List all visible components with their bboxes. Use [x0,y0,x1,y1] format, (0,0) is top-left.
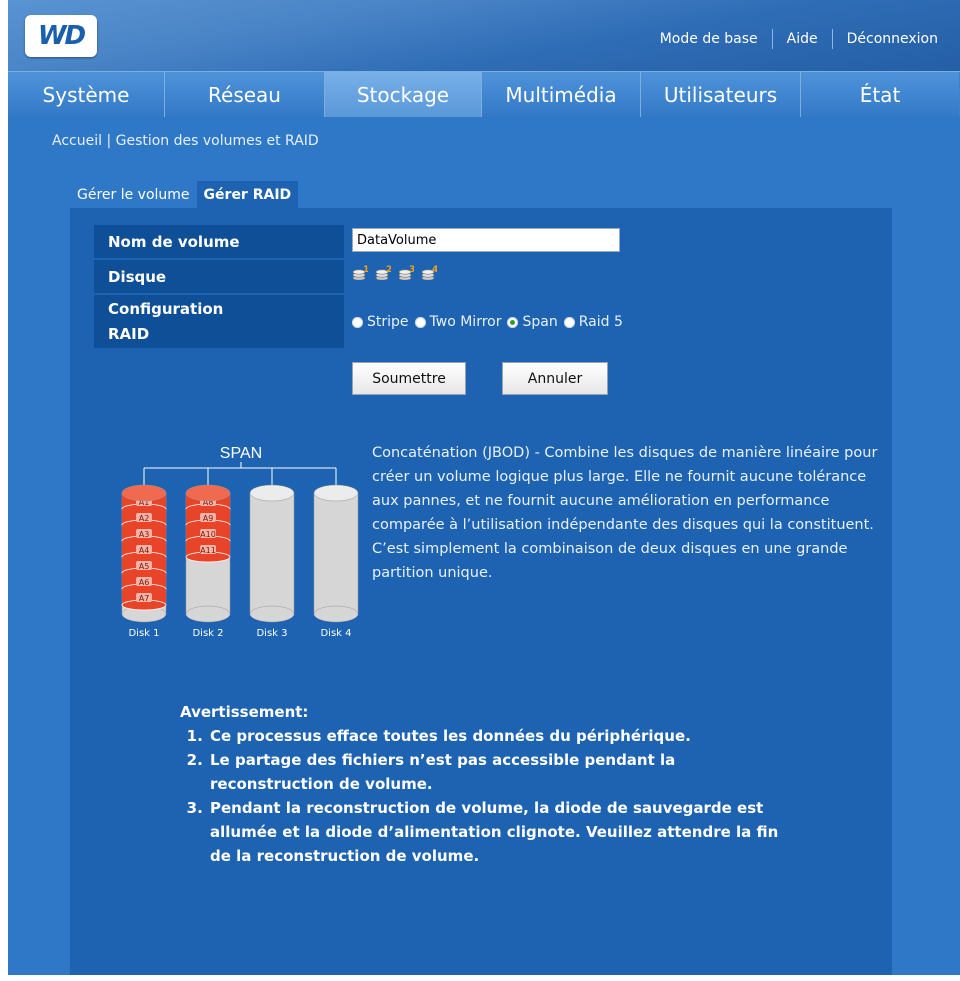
radio-label: Two Mirror [429,314,502,330]
breadcrumb: Accueil | Gestion des volumes et RAID [52,133,319,149]
divider [771,29,773,49]
main-nav: Système Réseau Stockage Multimédia Utili… [8,71,960,117]
submit-button[interactable]: Soumettre [352,362,466,395]
top-links: Mode de base Aide Déconnexion [660,29,938,49]
raid-config-label-line1: Configuration [108,299,224,318]
divider [831,29,833,49]
tab-storage[interactable]: Stockage [325,72,482,117]
radio-dot [352,316,363,328]
logout-link[interactable]: Déconnexion [847,31,938,47]
disk-name: Disk 1 [128,628,159,639]
tab-manage-volume[interactable]: Gérer le volume [70,181,197,208]
warning-box: Avertissement: Ce processus efface toute… [180,700,800,868]
disk-top [121,484,167,502]
radio-dot [563,316,575,328]
raid-description: Concaténation (JBOD) - Combine les disqu… [372,445,878,581]
tab-status[interactable]: État [801,72,959,117]
radio-label: Stripe [367,314,409,330]
header: WD Mode de base Aide Déconnexion [8,0,960,71]
disk-number: 3 [409,265,414,275]
disk-top [313,484,359,502]
radio-label: Raid 5 [578,314,623,330]
warning-item: Pendant la reconstruction de volume, la … [208,796,800,868]
diagram-title: SPAN [220,445,262,462]
app-frame: WD Mode de base Aide Déconnexion Système… [8,0,960,975]
block-label: A9 [203,514,214,523]
warning-item: Le partage des fichiers n’est pas access… [208,748,680,796]
cancel-button[interactable]: Annuler [502,362,608,395]
disk-3-icon[interactable]: 3 [398,264,414,280]
raid-panel: Nom de volume Disque 1 2 3 4 Configuration … [70,208,892,975]
tab-system[interactable]: Système [8,72,165,117]
disk-bottom [249,605,295,623]
disk-number: 1 [363,265,368,275]
tab-multimedia[interactable]: Multimédia [482,72,641,117]
block-label: A2 [139,514,150,523]
disk-name: Disk 3 [256,628,287,639]
disk-body [313,492,359,615]
radio-label: Span [522,314,558,330]
basic-mode-link[interactable]: Mode de base [660,31,758,47]
volume-name-label: Nom de volume [94,225,344,258]
help-link[interactable]: Aide [787,31,818,47]
disk-top [185,484,231,502]
disk-name: Disk 2 [192,628,223,639]
disk-1-icon[interactable]: 1 [352,264,368,280]
raid-options: Stripe Two Mirror Span Raid 5 [352,314,629,330]
tab-users[interactable]: Utilisateurs [641,72,801,117]
subtabs: Gérer le volume Gérer RAID [70,181,299,208]
disk-top [249,484,295,502]
radio-stripe[interactable]: Stripe [352,314,409,330]
block-label: A6 [139,578,150,587]
block-label: A11 [200,546,216,555]
radio-raid5[interactable]: Raid 5 [563,314,623,330]
disk-label: Disque [94,260,344,293]
warning-title: Avertissement: [180,703,309,721]
tab-manage-raid[interactable]: Gérer RAID [196,181,299,208]
warning-item: Ce processus efface toutes les données d… [208,724,800,748]
disk-body [249,492,295,615]
radio-span[interactable]: Span [507,314,558,330]
disk-number: 2 [386,265,391,275]
block-label: A3 [139,530,150,539]
raid-config-label: Configuration RAID [94,295,344,348]
disk-bottom [185,605,231,623]
disk-number: 4 [432,265,437,275]
disk-2-icon[interactable]: 2 [375,264,391,280]
radio-two-mirror[interactable]: Two Mirror [414,314,502,330]
block-label: A5 [139,562,150,571]
radio-dot-selected [507,316,519,328]
wd-logo[interactable]: WD [25,15,97,57]
disk-name: Disk 4 [320,628,351,639]
raid-config-label-line2: RAID [108,324,150,343]
logo-text: WD [37,21,86,51]
volume-name-input[interactable] [352,228,620,252]
block-label: A10 [200,530,216,539]
disk-bottom [313,605,359,623]
warning-list: Ce processus efface toutes les données d… [180,724,800,868]
tab-network[interactable]: Réseau [165,72,325,117]
span-diagram: SPANA1A2A3A4A5A6A7Disk 1A8A9A10A11Disk 2… [121,445,359,639]
block-label: A4 [139,546,150,555]
radio-dot [414,316,426,328]
block-label: A7 [139,594,150,603]
disk-4-icon[interactable]: 4 [421,264,437,280]
